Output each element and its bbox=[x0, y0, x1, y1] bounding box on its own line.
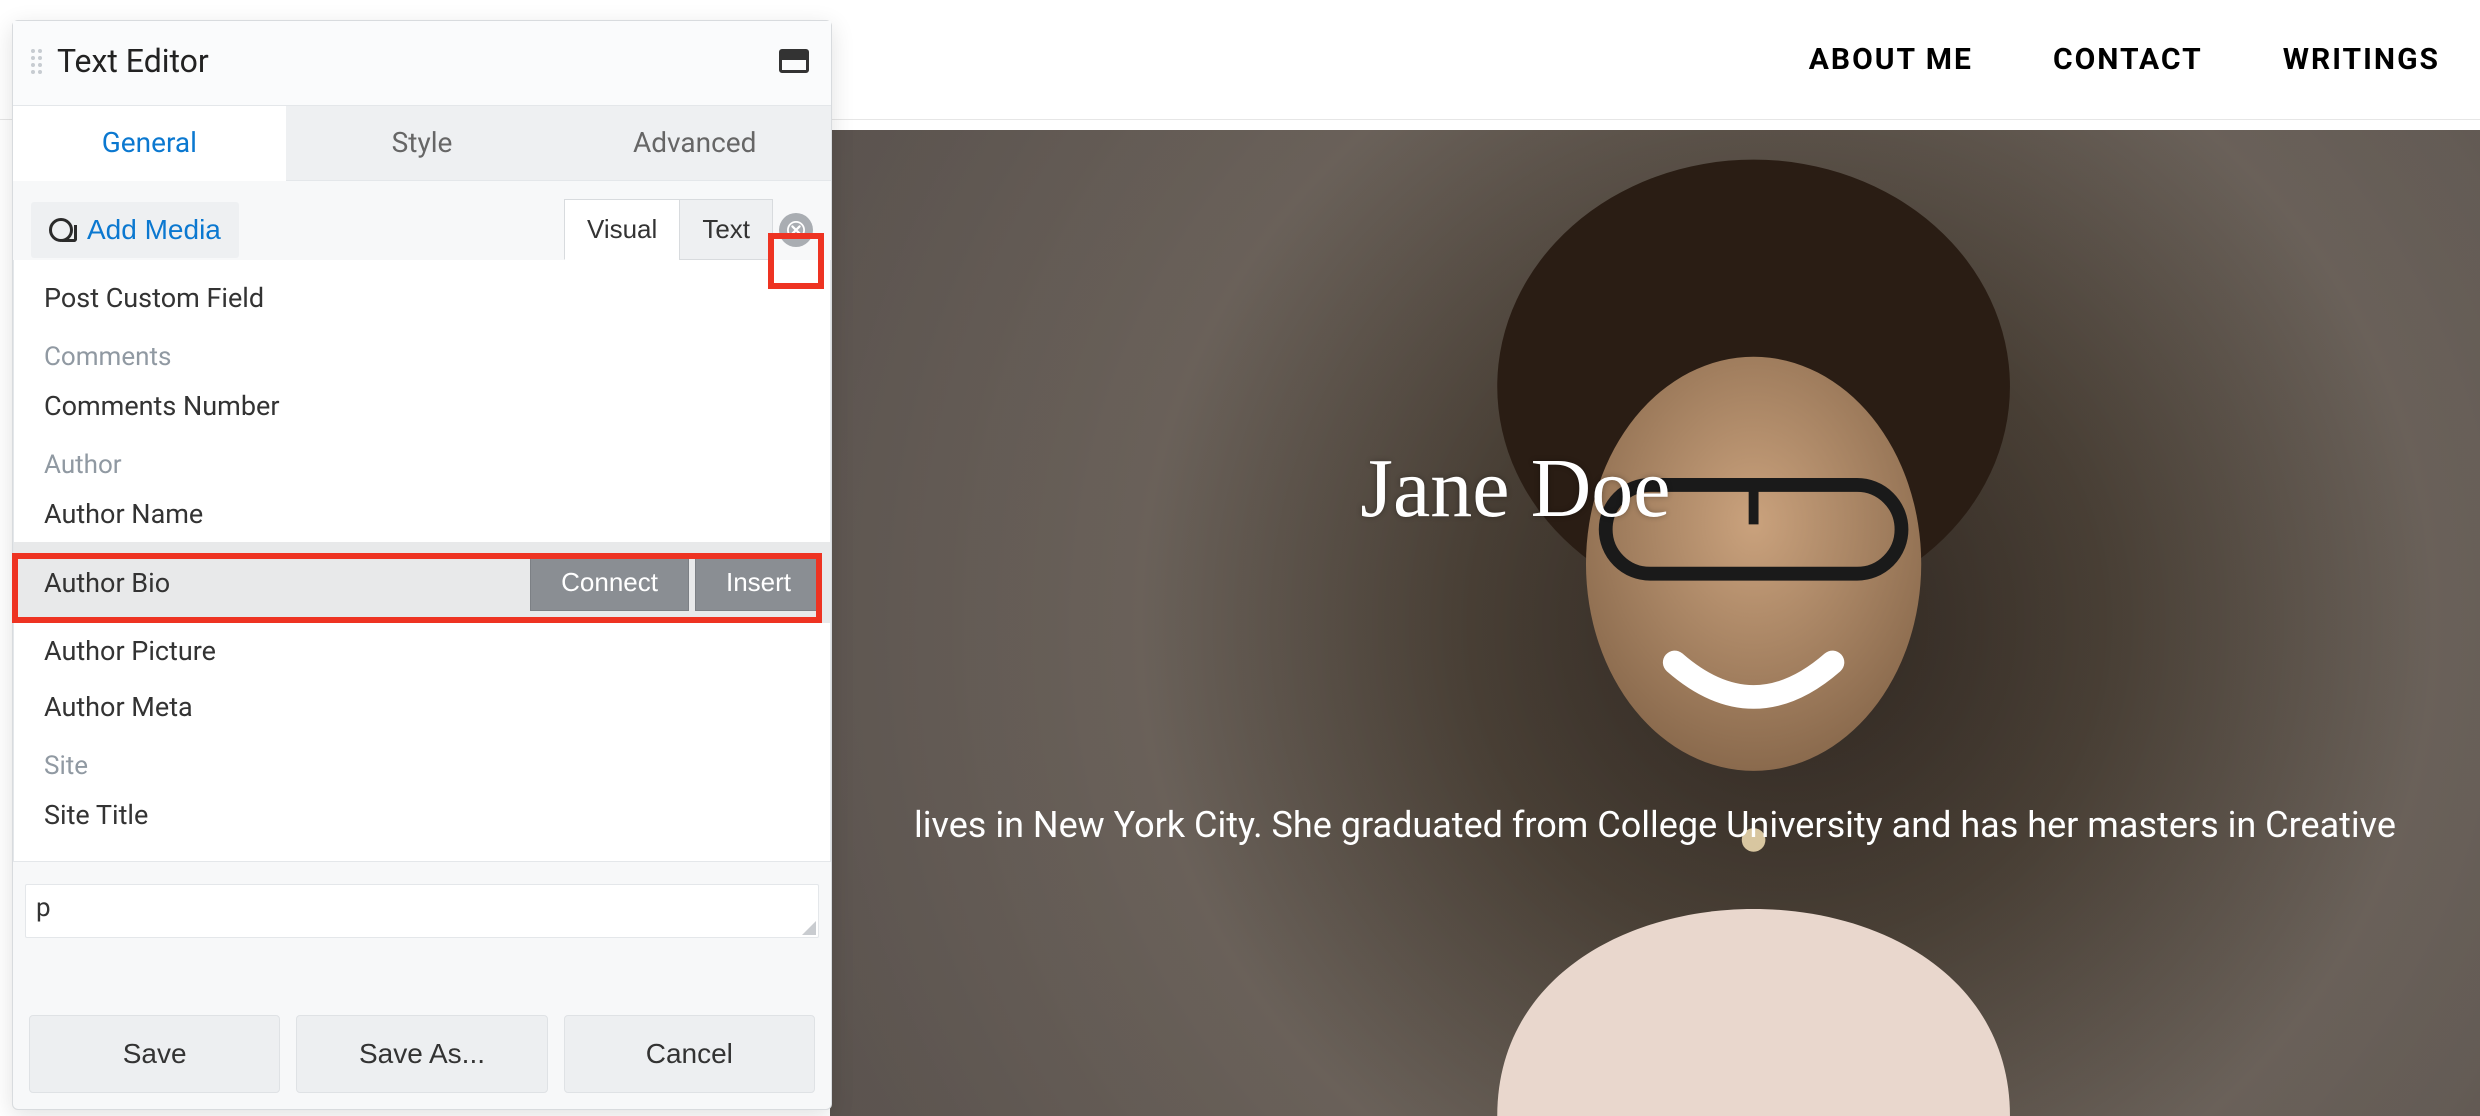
editor-mode-switch: Visual Text bbox=[564, 199, 813, 260]
save-as-button[interactable]: Save As... bbox=[296, 1015, 547, 1093]
dd-item-post-custom-field[interactable]: Post Custom Field bbox=[14, 270, 830, 326]
hero-title: Jane Doe bbox=[1360, 440, 1670, 537]
editor-toolbar: Add Media Visual Text bbox=[13, 181, 831, 260]
panel-header[interactable]: Text Editor bbox=[13, 21, 831, 105]
nav-writings[interactable]: WRITINGS bbox=[2283, 42, 2440, 77]
dynamic-data-dropdown: Post Custom Field Comments Comments Numb… bbox=[13, 260, 831, 862]
dd-item-author-name[interactable]: Author Name bbox=[14, 486, 830, 542]
dd-item-author-meta[interactable]: Author Meta bbox=[14, 679, 830, 735]
hero-section: Jane Doe lives in New York City. She gra… bbox=[830, 130, 2480, 1116]
cancel-button[interactable]: Cancel bbox=[564, 1015, 815, 1093]
add-media-label: Add Media bbox=[87, 214, 221, 246]
panel-title: Text Editor bbox=[57, 42, 769, 80]
insert-button[interactable]: Insert bbox=[695, 554, 822, 611]
dd-group-author: Author bbox=[14, 434, 830, 486]
add-media-button[interactable]: Add Media bbox=[31, 202, 239, 258]
nav-contact[interactable]: CONTACT bbox=[2053, 42, 2203, 77]
dd-item-site-title[interactable]: Site Title bbox=[14, 787, 830, 843]
mode-text-button[interactable]: Text bbox=[679, 199, 773, 260]
dd-item-author-bio-label: Author Bio bbox=[44, 567, 170, 599]
media-icon bbox=[49, 218, 77, 242]
dd-group-comments: Comments bbox=[14, 326, 830, 378]
dd-item-actions: Connect Insert bbox=[530, 554, 830, 611]
connect-button[interactable]: Connect bbox=[530, 554, 689, 611]
nav-about-me[interactable]: ABOUT ME bbox=[1809, 42, 1973, 77]
primary-nav: ABOUT ME CONTACT WRITINGS bbox=[1809, 42, 2440, 77]
panel-footer: Save Save As... Cancel bbox=[13, 999, 831, 1109]
dd-item-author-bio[interactable]: Author Bio Connect Insert bbox=[14, 542, 830, 623]
drag-handle-icon[interactable] bbox=[31, 41, 47, 81]
tab-style[interactable]: Style bbox=[286, 106, 559, 180]
text-editor-panel: Text Editor General Style Advanced Add M… bbox=[12, 20, 832, 1110]
author-photo bbox=[1339, 130, 2128, 1116]
dd-item-author-picture[interactable]: Author Picture bbox=[14, 623, 830, 679]
close-dropdown-icon[interactable] bbox=[779, 213, 813, 247]
tab-advanced[interactable]: Advanced bbox=[558, 106, 831, 180]
dd-group-site: Site bbox=[14, 735, 830, 787]
window-mode-icon[interactable] bbox=[779, 49, 809, 73]
dd-item-comments-number[interactable]: Comments Number bbox=[14, 378, 830, 434]
mode-visual-button[interactable]: Visual bbox=[564, 199, 679, 260]
hero-bio-text: lives in New York City. She graduated fr… bbox=[830, 800, 2480, 850]
panel-tabs: General Style Advanced bbox=[13, 105, 831, 181]
save-button[interactable]: Save bbox=[29, 1015, 280, 1093]
tab-general[interactable]: General bbox=[13, 106, 286, 181]
editor-path-status[interactable]: p bbox=[25, 884, 819, 938]
